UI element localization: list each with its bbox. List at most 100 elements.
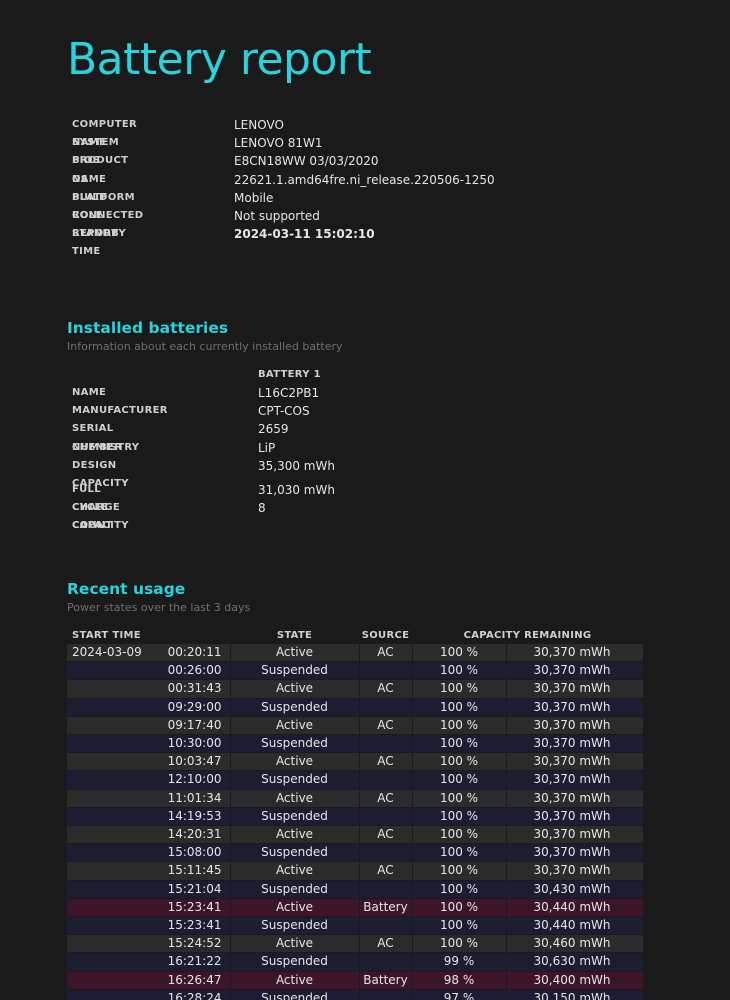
state-cell: Suspended (230, 807, 360, 827)
start-time-cell: 15:23:41 (67, 916, 231, 936)
state-cell: Suspended (230, 734, 360, 754)
battery-value: 8 (258, 501, 266, 516)
table-row: 15:11:45 Active AC 100 % 30,370 mWh (67, 861, 644, 881)
column-header-start-time: START TIME (72, 630, 141, 641)
start-time-cell: 10:03:47 (67, 752, 231, 772)
source-cell (359, 916, 413, 936)
state-cell: Active (230, 861, 360, 881)
battery-value: L16C2PB1 (258, 386, 320, 400)
table-row: 16:21:22 Suspended 99 % 30,630 mWh (67, 952, 644, 972)
table-row: 15:23:41 Active Battery 100 % 30,440 mWh (67, 898, 644, 918)
source-cell: AC (359, 679, 413, 699)
capacity-mwh-cell: 30,370 mWh (506, 770, 644, 790)
source-cell (359, 661, 413, 681)
source-cell (359, 880, 413, 899)
capacity-mwh-cell: 30,400 mWh (506, 971, 644, 990)
start-time-cell: 10:30:00 (67, 734, 231, 754)
capacity-percent-cell: 100 % (412, 916, 507, 936)
capacity-mwh-cell: 30,370 mWh (506, 661, 644, 681)
state-cell: Suspended (230, 952, 360, 972)
system-value: Mobile (234, 190, 274, 205)
system-value: LENOVO 81W1 (234, 136, 323, 151)
table-row: 15:08:00 Suspended 100 % 30,370 mWh (67, 843, 644, 863)
start-time: 15:23:41 (167, 918, 222, 933)
system-label: BIOS (72, 155, 101, 167)
battery-value: LiP (258, 440, 276, 455)
source-cell: AC (359, 861, 413, 881)
recent-usage-rows: 2024-03-09 00:20:11 Active AC 100 % 30,370 mW… (67, 644, 644, 1000)
capacity-percent-cell: 98 % (412, 971, 507, 990)
start-time-cell: 09:29:00 (67, 698, 231, 717)
start-time-cell: 11:01:34 (67, 789, 231, 808)
capacity-mwh-cell: 30,370 mWh (506, 807, 644, 827)
battery-report-page: Battery report COMPUTER NAME LENOVO SYST… (0, 0, 730, 1000)
state-cell: Suspended (230, 916, 360, 936)
start-time-cell: 09:17:40 (67, 716, 231, 736)
source-cell (359, 952, 413, 972)
source-cell: AC (359, 825, 413, 845)
capacity-percent-cell: 100 % (412, 698, 507, 717)
capacity-mwh-cell: 30,370 mWh (506, 698, 644, 717)
start-time: 09:29:00 (167, 699, 222, 714)
start-time-cell: 15:21:04 (67, 880, 231, 899)
table-row: 15:21:04 Suspended 100 % 30,430 mWh (67, 880, 644, 899)
battery-value: CPT-COS (258, 404, 310, 419)
capacity-mwh-cell: 30,370 mWh (506, 825, 644, 845)
capacity-mwh-cell: 30,370 mWh (506, 843, 644, 863)
capacity-mwh-cell: 30,150 mWh (506, 989, 644, 1000)
table-row: 15:24:52 Active AC 100 % 30,460 mWh (67, 934, 644, 954)
capacity-mwh-cell: 30,370 mWh (506, 752, 644, 772)
page-title: Battery report (67, 34, 372, 85)
installed-batteries-heading: Installed batteries (67, 319, 229, 337)
column-header-source: SOURCE (361, 630, 410, 641)
source-cell (359, 734, 413, 754)
start-time-cell: 15:24:52 (67, 934, 231, 954)
start-time: 15:08:00 (167, 845, 222, 860)
battery-label: MANUFACTURER (72, 405, 168, 417)
capacity-mwh-cell: 30,370 mWh (506, 734, 644, 754)
capacity-mwh-cell: 30,440 mWh (506, 916, 644, 936)
capacity-percent-cell: 100 % (412, 898, 507, 918)
source-cell: AC (359, 752, 413, 772)
table-row: 15:23:41 Suspended 100 % 30,440 mWh (67, 916, 644, 936)
source-cell: Battery (359, 898, 413, 918)
capacity-percent-cell: 100 % (412, 861, 507, 881)
table-row: 00:31:43 Active AC 100 % 30,370 mWh (67, 679, 644, 699)
table-row: 00:26:00 Suspended 100 % 30,370 mWh (67, 661, 644, 681)
state-cell: Active (230, 644, 360, 663)
table-row: 10:30:00 Suspended 100 % 30,370 mWh (67, 734, 644, 754)
state-cell: Suspended (230, 770, 360, 790)
state-cell: Active (230, 716, 360, 736)
source-cell: AC (359, 789, 413, 808)
state-cell: Suspended (230, 880, 360, 899)
state-cell: Active (230, 898, 360, 918)
state-cell: Active (230, 934, 360, 954)
battery-label: CYCLE COUNT (72, 502, 113, 532)
state-cell: Active (230, 825, 360, 845)
start-date: 2024-03-09 (72, 645, 142, 659)
capacity-percent-cell: 100 % (412, 644, 507, 663)
start-time: 11:01:34 (167, 790, 222, 805)
column-header-capacity: CAPACITY REMAINING (463, 630, 592, 641)
capacity-percent-cell: 100 % (412, 880, 507, 899)
start-time-cell: 2024-03-09 00:20:11 (67, 644, 231, 663)
start-time: 12:10:00 (167, 772, 222, 787)
capacity-mwh-cell: 30,460 mWh (506, 934, 644, 954)
start-time: 14:19:53 (167, 808, 222, 823)
system-value: 22621.1.amd64fre.ni_release.220506-1250 (234, 172, 495, 187)
battery-value: 2659 (258, 422, 289, 437)
system-value: E8CN18WW 03/03/2020 (234, 154, 379, 169)
table-header-row: START TIME STATE SOURCE CAPACITY REMAINI… (67, 627, 643, 644)
start-time-cell: 15:08:00 (67, 843, 231, 863)
start-time: 00:26:00 (167, 663, 222, 678)
source-cell (359, 807, 413, 827)
start-time-cell: 16:21:22 (67, 952, 231, 972)
capacity-percent-cell: 97 % (412, 989, 507, 1000)
capacity-percent-cell: 100 % (412, 843, 507, 863)
state-cell: Active (230, 971, 360, 990)
start-time: 00:20:11 (167, 645, 222, 659)
capacity-mwh-cell: 30,630 mWh (506, 952, 644, 972)
source-cell (359, 770, 413, 790)
capacity-percent-cell: 100 % (412, 934, 507, 954)
capacity-mwh-cell: 30,370 mWh (506, 716, 644, 736)
